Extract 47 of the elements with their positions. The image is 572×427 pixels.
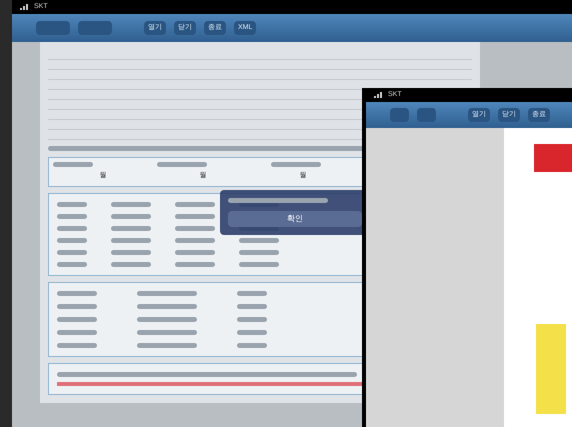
blurred-text bbox=[239, 238, 279, 242]
blurred-text bbox=[237, 342, 267, 348]
blurred-text bbox=[57, 290, 97, 296]
blurred-text bbox=[175, 238, 215, 242]
blurred-text bbox=[111, 262, 151, 266]
blurred-text bbox=[237, 316, 267, 322]
logo-banner bbox=[534, 144, 572, 172]
blurred-text bbox=[111, 250, 151, 254]
toolbar-tab-button[interactable] bbox=[390, 108, 409, 122]
confirm-button[interactable]: 확인 bbox=[228, 211, 362, 227]
blurred-text bbox=[237, 290, 267, 296]
signal-icon bbox=[20, 4, 30, 10]
blurred-text bbox=[157, 162, 207, 167]
toolbar-tab-button[interactable] bbox=[417, 108, 436, 122]
blurred-text bbox=[137, 290, 197, 296]
blurred-text bbox=[57, 330, 97, 334]
blurred-text bbox=[271, 162, 321, 167]
blurred-text bbox=[57, 304, 97, 308]
blurred-text bbox=[175, 250, 215, 254]
blurred-text bbox=[57, 226, 87, 230]
blurred-text bbox=[237, 330, 267, 334]
blurred-text bbox=[137, 342, 197, 348]
blurred-text bbox=[239, 250, 279, 254]
blurred-text bbox=[175, 202, 215, 206]
blurred-text bbox=[111, 226, 151, 230]
toolbar-tab-button[interactable] bbox=[78, 21, 112, 35]
blurred-text bbox=[111, 202, 151, 206]
blurred-text bbox=[111, 238, 151, 242]
blurred-text bbox=[57, 342, 97, 348]
blurred-text bbox=[57, 316, 97, 322]
blurred-text bbox=[237, 304, 267, 308]
blurred-text bbox=[175, 214, 215, 218]
signal-icon bbox=[374, 92, 384, 98]
blurred-text bbox=[57, 214, 87, 218]
blurred-text bbox=[137, 316, 197, 322]
blurred-text bbox=[175, 226, 215, 230]
blurred-text bbox=[137, 304, 197, 308]
blurred-text bbox=[137, 330, 197, 334]
blurred-text bbox=[239, 262, 279, 266]
toolbar-tab-button[interactable] bbox=[36, 21, 70, 35]
blurred-text bbox=[57, 250, 87, 254]
blurred-text bbox=[57, 202, 87, 206]
blurred-text bbox=[57, 262, 87, 266]
blurred-text bbox=[57, 238, 87, 242]
blurred-text bbox=[175, 262, 215, 266]
blurred-text bbox=[53, 162, 93, 167]
blurred-text bbox=[111, 214, 151, 218]
